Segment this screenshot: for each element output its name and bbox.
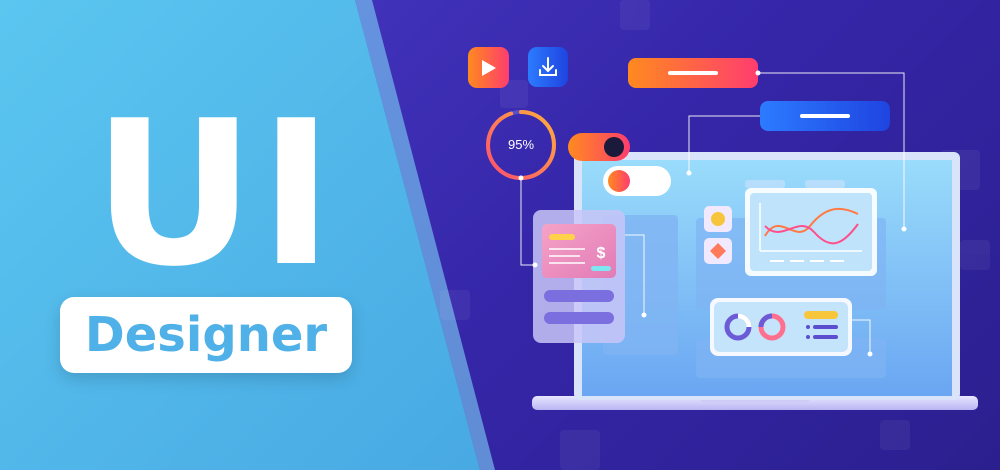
ui-illustration: $ 95% [440,0,990,470]
dollar-icon: $ [597,245,606,262]
mobile-bar-2 [544,312,614,324]
progress-label: 95% [508,137,534,152]
banner: UI Designer $ 95% [0,0,1000,470]
mobile-bar-1 [544,290,614,302]
